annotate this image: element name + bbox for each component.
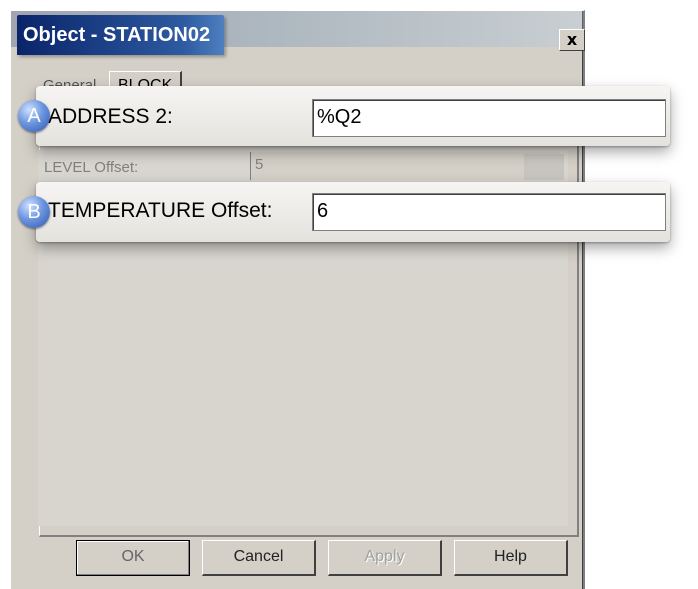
level-offset-field-edge <box>524 154 564 180</box>
address2-input[interactable]: %Q2 <box>312 99 666 137</box>
level-offset-field: 5 <box>250 152 560 180</box>
temperature-offset-label: TEMPERATURE Offset: <box>48 199 273 222</box>
address2-label: ADDRESS 2: <box>48 105 173 128</box>
temperature-offset-input[interactable]: 6 <box>312 193 666 231</box>
help-button[interactable]: Help <box>454 540 568 576</box>
callout-badge-a: A <box>18 100 50 132</box>
callout-badge-b: B <box>18 196 50 228</box>
level-offset-row: LEVEL Offset: 5 <box>40 152 566 182</box>
callout-address2: ADDRESS 2: %Q2 <box>36 86 670 146</box>
callout-temperature-offset: TEMPERATURE Offset: 6 <box>36 182 670 242</box>
window-title: Object - STATION02 <box>17 15 225 55</box>
cancel-button[interactable]: Cancel <box>202 540 316 576</box>
level-offset-label: LEVEL Offset: <box>44 159 139 176</box>
apply-button[interactable]: Apply <box>328 540 442 576</box>
close-button[interactable]: x <box>559 29 585 51</box>
ok-button[interactable]: OK <box>76 540 190 576</box>
